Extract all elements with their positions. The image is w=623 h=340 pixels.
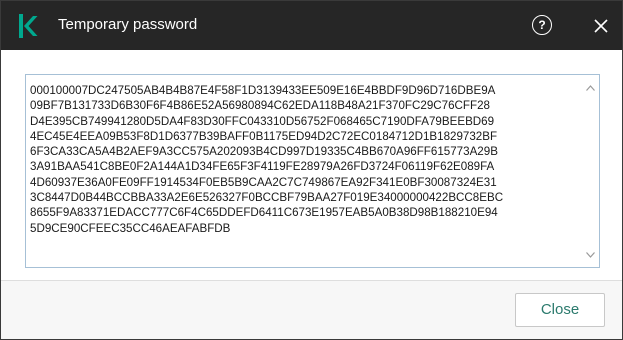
dialog-body: 000100007DC247505AB4B4B87E4F58F1D3139433… [1, 50, 622, 280]
close-button[interactable]: Close [515, 293, 605, 327]
title-bar: Temporary password ? [1, 1, 622, 50]
password-line[interactable]: 09BF7B131733D6B30F6F4B86E52A56980894C62E… [30, 98, 583, 113]
scroll-down-arrow-icon[interactable] [586, 252, 595, 258]
vertical-scrollbar[interactable] [583, 75, 599, 267]
kaspersky-logo-icon [19, 14, 38, 38]
password-textarea[interactable]: 000100007DC247505AB4B4B87E4F58F1D3139433… [25, 74, 600, 268]
password-text[interactable]: 000100007DC247505AB4B4B87E4F58F1D3139433… [30, 83, 583, 236]
password-line[interactable]: D4E395CB749941280D5DA4F83D30FFC043310D56… [30, 114, 583, 129]
password-line[interactable]: 4D60937E36A0FE09FF1914534F0EB5B9CAA2C7C7… [30, 175, 583, 190]
password-line[interactable]: 6F3CA33CA5A4B2AEF9A3CC575A202093B4CD997D… [30, 144, 583, 159]
dialog-title: Temporary password [58, 16, 198, 33]
password-line[interactable]: 5D9CE90CFEEC35CC46AEAFABFDB [30, 221, 583, 236]
help-icon[interactable]: ? [532, 15, 552, 35]
scroll-up-arrow-icon[interactable] [586, 85, 595, 91]
close-icon[interactable] [591, 16, 611, 36]
dialog-footer: Close [1, 281, 622, 339]
password-line[interactable]: 000100007DC247505AB4B4B87E4F58F1D3139433… [30, 83, 583, 98]
password-line[interactable]: 8655F9A83371EDACC777C6F4C65DDEFD6411C673… [30, 205, 583, 220]
password-line[interactable]: 3A91BAA541C8BE0F2A144A1D34FE65F3F4119FE2… [30, 159, 583, 174]
password-line[interactable]: 4EC45E4EEA09B53F8D1D6377B39BAFF0B1175ED9… [30, 129, 583, 144]
temporary-password-dialog: Temporary password ? 000100007DC247505AB… [0, 0, 623, 340]
password-line[interactable]: 3C8447D0B44BCCBBA33A2E6E526327F0BCCBF79B… [30, 190, 583, 205]
